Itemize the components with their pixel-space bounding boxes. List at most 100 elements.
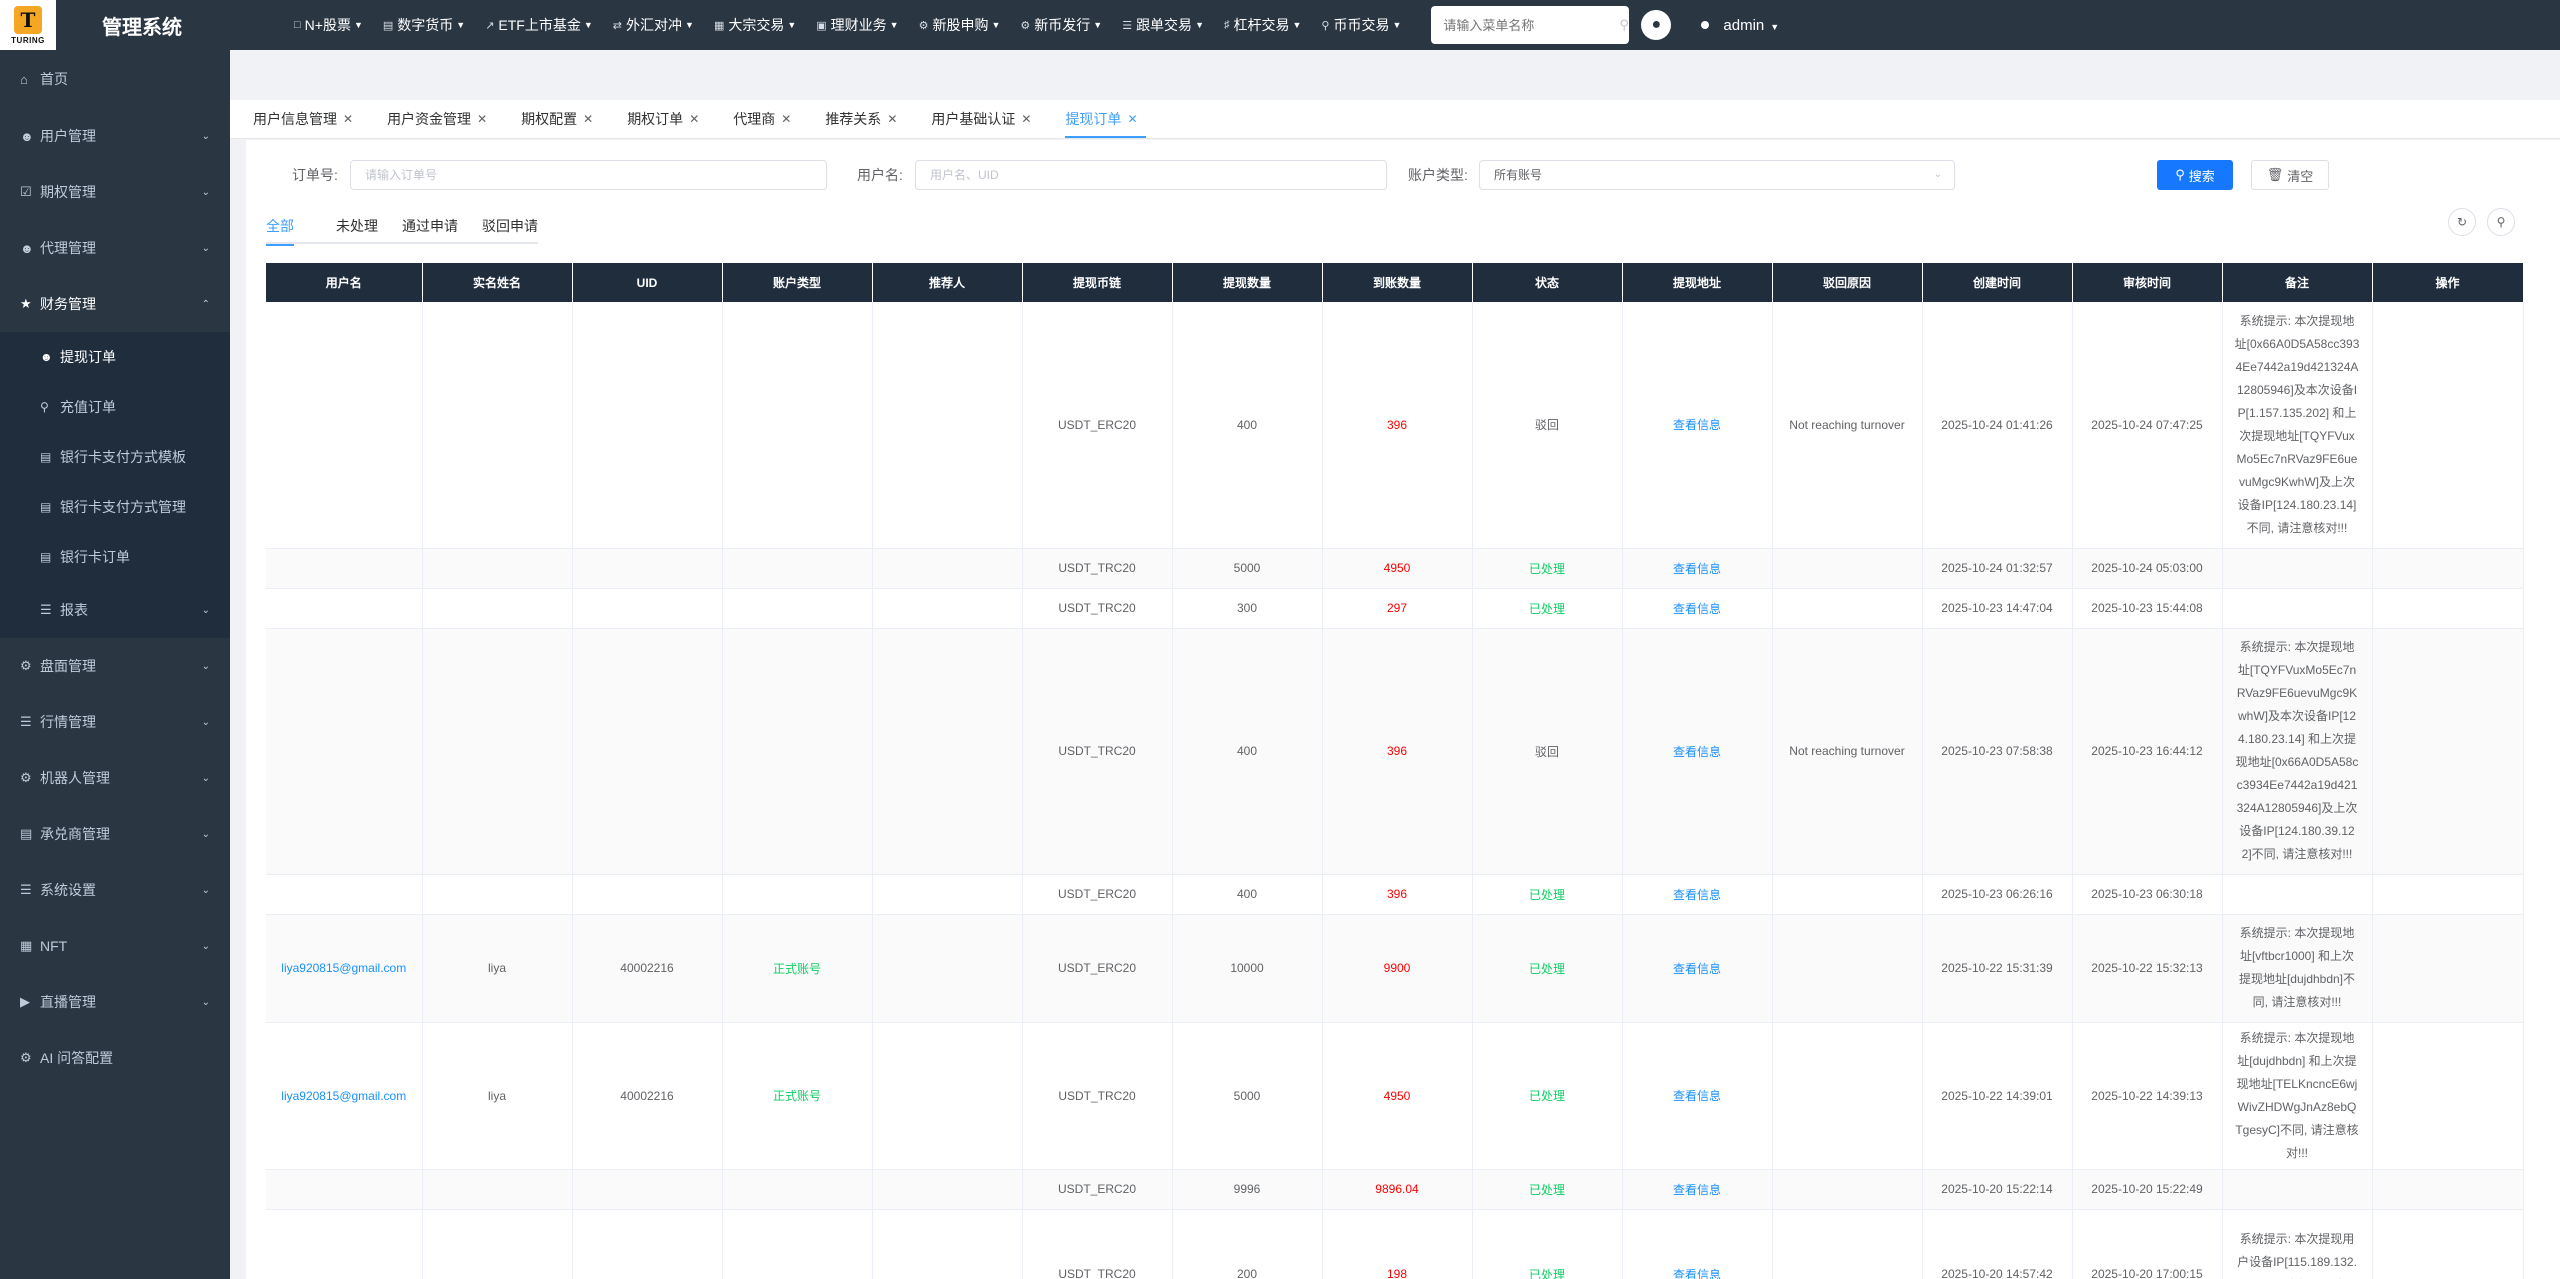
- cell-view-address-link[interactable]: 查看信息: [1627, 1181, 1768, 1198]
- account-type-select[interactable]: 所有账号 ⌄: [1479, 160, 1955, 190]
- close-icon[interactable]: ✕: [343, 112, 353, 126]
- sidebar-item-home[interactable]: ⌂ 首页: [0, 50, 230, 108]
- sidebar-item[interactable]: ⚙ 盘面管理 ⌄: [0, 638, 230, 694]
- chevron-down-icon: ▼: [456, 20, 466, 30]
- cell-real-name-container: [422, 628, 573, 875]
- search-button[interactable]: ⚲ 搜索: [2157, 160, 2233, 190]
- user-menu[interactable]: admin ▼: [1723, 17, 1779, 34]
- chevron-down-icon: ⌄: [201, 242, 210, 254]
- topnav-item[interactable]: ▤ 数字货币 ▼: [383, 15, 465, 35]
- chevron-down-icon: ⌄: [201, 130, 210, 142]
- sidebar-subitem[interactable]: ⚲ 充值订单: [0, 382, 230, 432]
- column-header: 账户类型: [722, 263, 873, 302]
- cell-received-amount: 396: [1386, 417, 1408, 432]
- page-tab[interactable]: 代理商 ✕: [725, 99, 799, 138]
- column-header: 到账数量: [1322, 263, 1473, 302]
- page-tab[interactable]: 提现订单 ✕: [1057, 99, 1146, 138]
- sidebar-item[interactable]: ⚙ AI 问答配置: [0, 1030, 230, 1086]
- column-header: 推荐人: [872, 263, 1023, 302]
- clear-button[interactable]: 🗑 清空: [2251, 160, 2329, 190]
- cell-withdraw-amount-container: 5000: [1172, 1022, 1323, 1170]
- topnav-item[interactable]: ☰ 跟单交易 ▼: [1122, 15, 1204, 35]
- cell-uid: 40002216: [620, 961, 674, 975]
- column-header: 提现数量: [1172, 263, 1323, 302]
- cell-view-address-link[interactable]: 查看信息: [1627, 960, 1768, 977]
- sidebar-item[interactable]: ☰ 系统设置 ⌄: [0, 862, 230, 918]
- sidebar-item[interactable]: ☰ 行情管理 ⌄: [0, 694, 230, 750]
- cell-view-address-link[interactable]: 查看信息: [1627, 560, 1768, 577]
- topnav-item[interactable]: □ N+股票 ▼: [294, 15, 363, 35]
- username-input[interactable]: 用户名、UID: [915, 160, 1387, 190]
- sidebar-item[interactable]: ☰ 报表 ⌄: [0, 582, 230, 638]
- page-tab[interactable]: 用户基础认证 ✕: [923, 99, 1039, 138]
- list-icon: ☰: [20, 882, 32, 897]
- cell-view-address-link[interactable]: 查看信息: [1627, 416, 1768, 433]
- close-icon[interactable]: ✕: [781, 112, 791, 126]
- cell-view-address-link[interactable]: 查看信息: [1627, 886, 1768, 903]
- cell-view-address-link[interactable]: 查看信息: [1627, 1266, 1768, 1279]
- cell-username[interactable]: liya920815@gmail.com: [270, 961, 418, 975]
- sidebar-item[interactable]: ▶ 直播管理 ⌄: [0, 974, 230, 1030]
- menu-search-box[interactable]: ⚲: [1431, 6, 1630, 44]
- close-icon[interactable]: ✕: [1021, 112, 1031, 126]
- order-number-input[interactable]: 请输入订单号: [350, 160, 827, 190]
- topnav-item[interactable]: ⚲ 币币交易 ▼: [1321, 15, 1401, 35]
- cell-withdraw-amount-container: 9996: [1172, 1169, 1323, 1210]
- sidebar-subitem[interactable]: ▤ 银行卡支付方式管理: [0, 482, 230, 532]
- cell-created-time-container: 2025-10-22 15:31:39: [1922, 914, 2073, 1023]
- cell-real-name-container: [422, 1169, 573, 1210]
- cell-username[interactable]: liya920815@gmail.com: [270, 1089, 418, 1103]
- refresh-icon[interactable]: ↻: [2448, 208, 2476, 236]
- status-tab[interactable]: 全部: [266, 212, 294, 246]
- sidebar-item[interactable]: ▤ 承兑商管理 ⌄: [0, 806, 230, 862]
- sidebar-item[interactable]: ▦ NFT ⌄: [0, 918, 230, 974]
- topnav-item[interactable]: ⚙ 新币发行 ▼: [1020, 15, 1102, 35]
- sidebar-item[interactable]: ☻ 代理管理 ⌄: [0, 220, 230, 276]
- sidebar-item-label: NFT: [40, 938, 68, 954]
- close-icon[interactable]: ✕: [1127, 112, 1137, 126]
- topnav-item[interactable]: ♯ 杠杆交易 ▼: [1224, 15, 1301, 35]
- status-tab[interactable]: 未处理: [336, 212, 378, 244]
- status-tab[interactable]: 通过申请: [402, 212, 458, 244]
- chevron-down-icon: ⌄: [201, 186, 210, 198]
- sidebar-item[interactable]: ⚙ 机器人管理 ⌄: [0, 750, 230, 806]
- sidebar-item[interactable]: ★ 财务管理 ⌃: [0, 276, 230, 332]
- page-tab[interactable]: 期权配置 ✕: [513, 99, 601, 138]
- cell-reject-reason-container: [1772, 1209, 1923, 1279]
- page-tab[interactable]: 用户信息管理 ✕: [245, 99, 361, 138]
- topnav-item[interactable]: ▦ 大宗交易 ▼: [714, 15, 796, 35]
- cell-withdraw-chain: USDT_ERC20: [1057, 961, 1137, 975]
- sidebar-subitem[interactable]: ▤ 银行卡支付方式模板: [0, 432, 230, 482]
- cell-view-address-link[interactable]: 查看信息: [1627, 600, 1768, 617]
- cell-withdraw-chain-container: USDT_TRC20: [1022, 1022, 1173, 1170]
- cell-view-address-link[interactable]: 查看信息: [1627, 1087, 1768, 1104]
- sidebar-subitem[interactable]: ☻ 提现订单: [0, 332, 230, 382]
- menu-search-input[interactable]: [1443, 17, 1620, 33]
- topnav-item-label: 跟单交易: [1136, 17, 1193, 33]
- topnav-item[interactable]: ↗ ETF上市基金 ▼: [485, 15, 593, 35]
- sidebar-subitem[interactable]: ▤ 银行卡订单: [0, 532, 230, 582]
- avatar[interactable]: [1701, 21, 1710, 29]
- chevron-down-icon: ⌄: [201, 772, 210, 784]
- cell-reject-reason-container: [1772, 588, 1923, 629]
- search-toggle-icon[interactable]: ⚲: [2487, 208, 2515, 236]
- cell-view-address-link[interactable]: 查看信息: [1627, 743, 1768, 760]
- notification-bell-icon[interactable]: ●: [1641, 10, 1672, 40]
- logo-text: TURING: [11, 35, 45, 45]
- close-icon[interactable]: ✕: [887, 112, 897, 126]
- cell-status-container: 已处理: [1472, 588, 1623, 629]
- close-icon[interactable]: ✕: [689, 112, 699, 126]
- search-icon[interactable]: ⚲: [1619, 17, 1629, 33]
- page-tab[interactable]: 期权订单 ✕: [619, 99, 707, 138]
- close-icon[interactable]: ✕: [583, 112, 593, 126]
- topnav-item[interactable]: ⚙ 新股申购 ▼: [919, 15, 1001, 35]
- status-tab[interactable]: 驳回申请: [482, 212, 538, 244]
- close-icon[interactable]: ✕: [477, 112, 487, 126]
- cell-audit-time: 2025-10-23 15:44:08: [2091, 601, 2203, 615]
- topnav-item[interactable]: ⇄ 外汇对冲 ▼: [613, 15, 694, 35]
- page-tab[interactable]: 推荐关系 ✕: [817, 99, 905, 138]
- topnav-item[interactable]: ▣ 理财业务 ▼: [816, 15, 898, 35]
- sidebar-item[interactable]: ☑ 期权管理 ⌄: [0, 164, 230, 220]
- sidebar-item[interactable]: ☻ 用户管理 ⌄: [0, 108, 230, 164]
- page-tab[interactable]: 用户资金管理 ✕: [379, 99, 495, 138]
